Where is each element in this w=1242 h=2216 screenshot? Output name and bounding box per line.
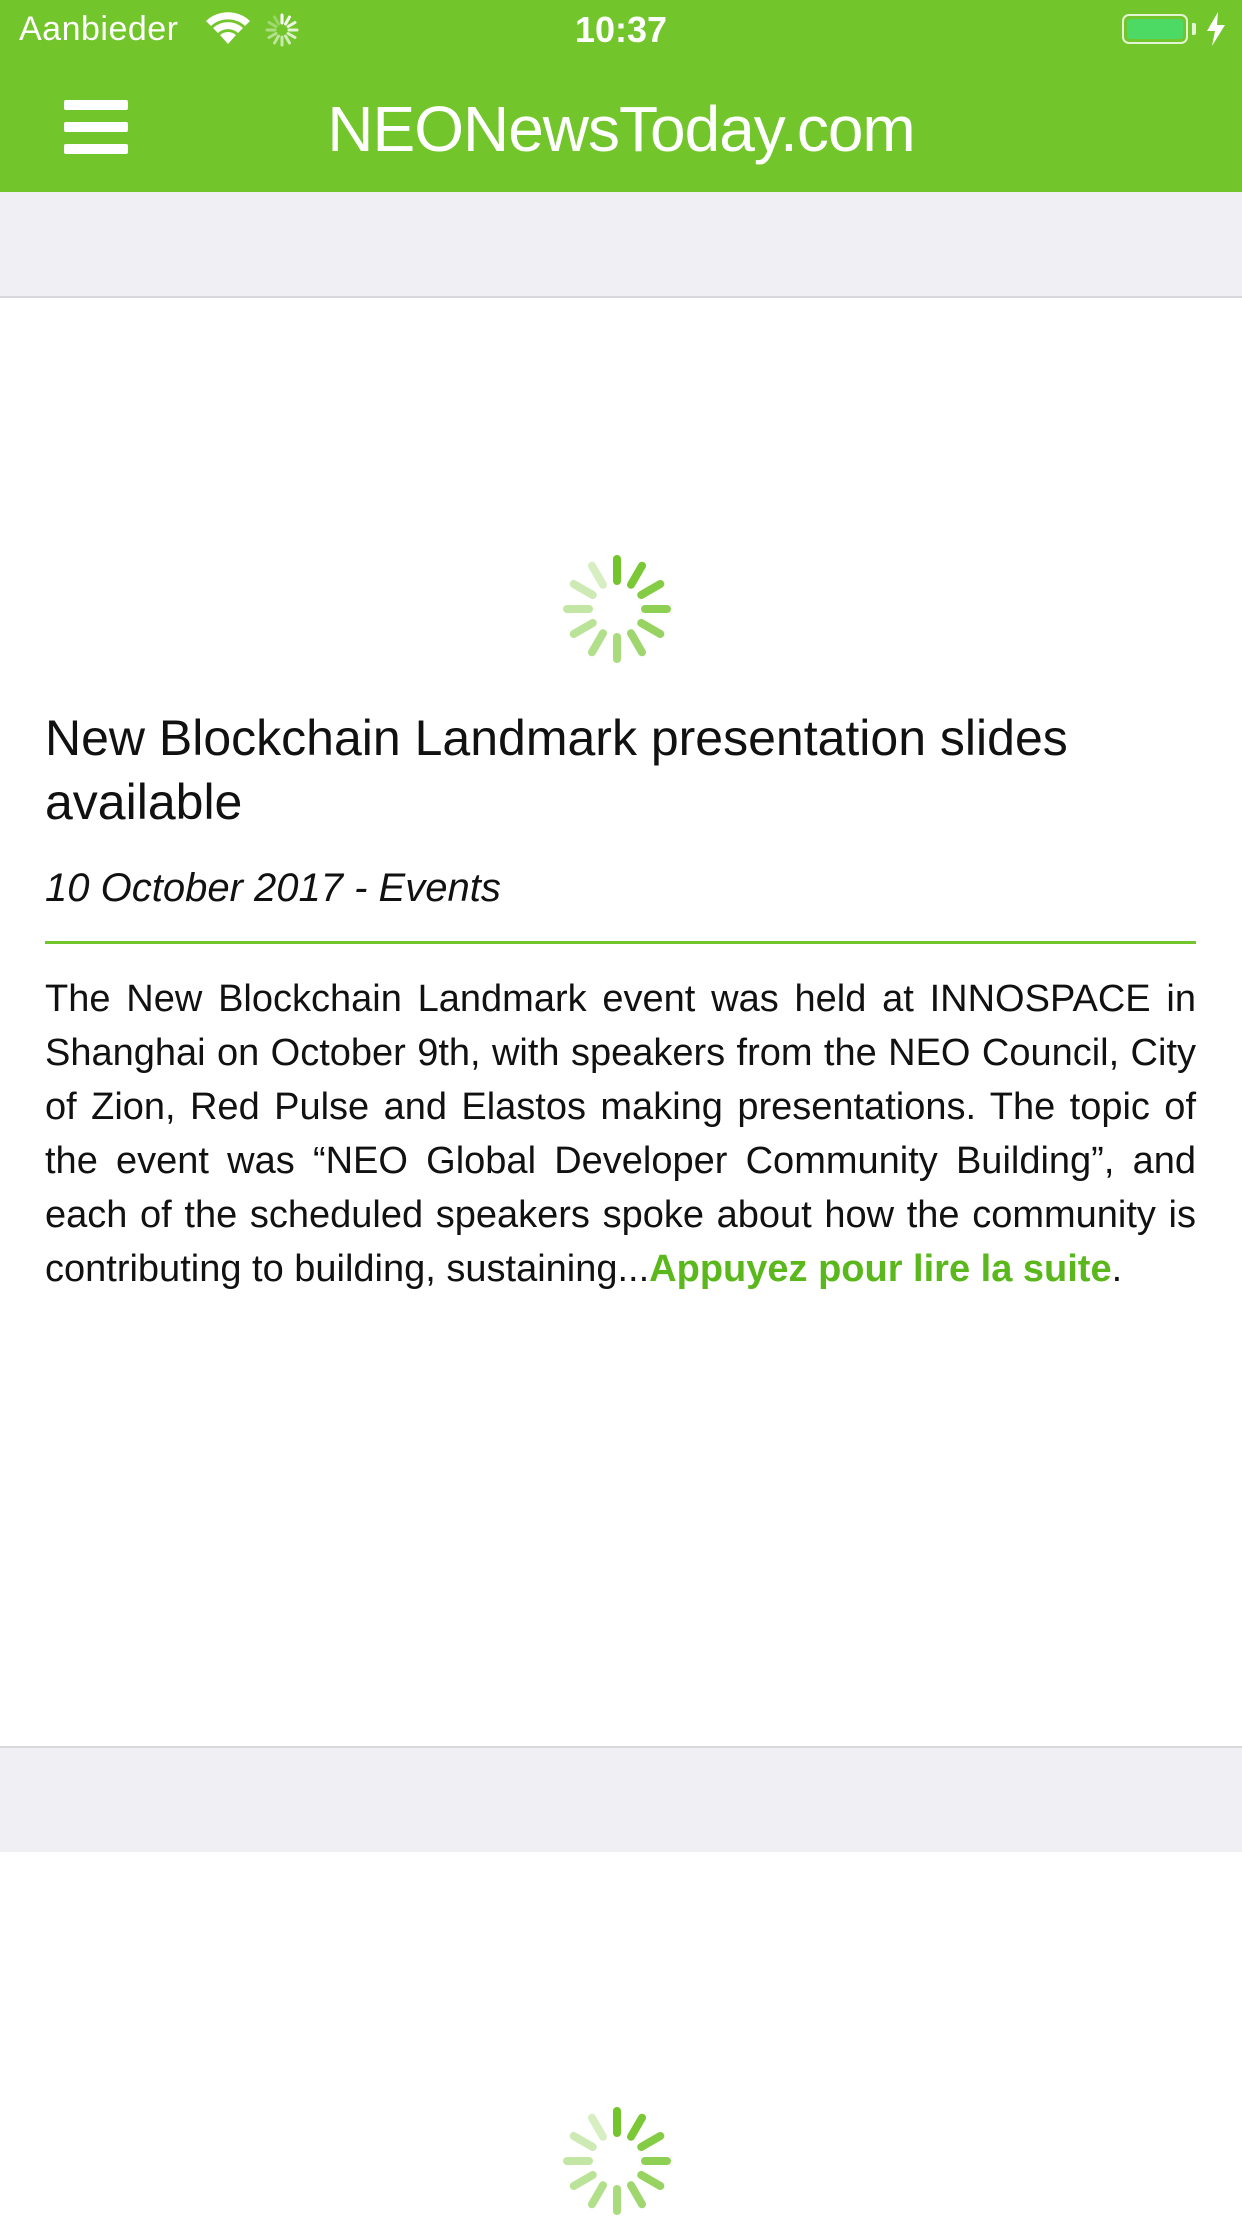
article-meta: 10 October 2017 - Events: [45, 866, 501, 911]
section-spacer: [0, 192, 1242, 298]
article-category[interactable]: Events: [379, 866, 501, 910]
nav-bar: NEONewsToday.com: [0, 60, 1242, 192]
article-date: 10 October 2017: [45, 866, 343, 910]
battery-icon: [1122, 14, 1188, 44]
charging-bolt-icon: [1207, 12, 1225, 46]
read-more-suffix: .: [1111, 1248, 1123, 1290]
divider: [45, 941, 1196, 944]
section-spacer: [0, 1746, 1242, 1854]
excerpt-text: The New Blockchain Landmark event was he…: [45, 978, 1196, 1290]
loading-spinner-icon: [563, 2107, 671, 2215]
battery-cap: [1192, 23, 1196, 35]
read-more-link[interactable]: Appuyez pour lire la suite: [649, 1248, 1111, 1290]
site-title: NEONewsToday.com: [327, 93, 915, 165]
loading-spinner-icon: [563, 555, 671, 663]
status-time: 10:37: [574, 9, 668, 50]
article-excerpt: The New Blockchain Landmark event was he…: [45, 972, 1196, 1296]
meta-separator: -: [343, 866, 379, 910]
status-bar: Aanbieder 10:37: [0, 0, 1242, 60]
hamburger-menu-icon[interactable]: [64, 100, 128, 154]
article-title[interactable]: New Blockchain Landmark presentation sli…: [45, 706, 1145, 834]
